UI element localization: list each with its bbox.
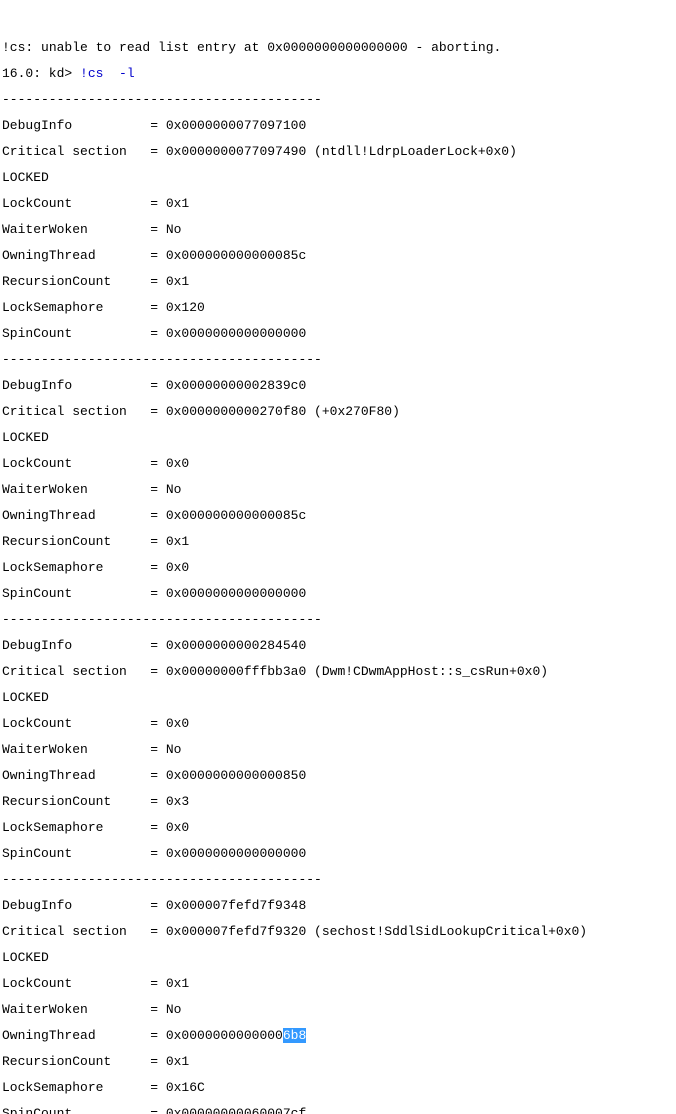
debuginfo-row: DebugInfo = 0x000007fefd7f9348 xyxy=(2,899,674,912)
spincount-row: SpinCount = 0x0000000000000000 xyxy=(2,327,674,340)
owningthread-row: OwningThread = 0x0000000000000850 xyxy=(2,769,674,782)
lockcount-row: LockCount = 0x0 xyxy=(2,457,674,470)
waiterwoken-row: WaiterWoken = No xyxy=(2,1003,674,1016)
critical-section-row: Critical section = 0x0000000077097490 (n… xyxy=(2,145,674,158)
locked-row: LOCKED xyxy=(2,691,674,704)
error-line: !cs: unable to read list entry at 0x0000… xyxy=(2,41,674,54)
err-text: unable to read list entry at 0x000000000… xyxy=(41,40,501,55)
separator: ----------------------------------------… xyxy=(2,353,674,366)
lockcount-row: LockCount = 0x1 xyxy=(2,197,674,210)
spincount-row: SpinCount = 0x0000000000000000 xyxy=(2,847,674,860)
cmd-flag: -l xyxy=(119,66,135,81)
spincount-row: SpinCount = 0x0000000000000000 xyxy=(2,587,674,600)
waiterwoken-row: WaiterWoken = No xyxy=(2,223,674,236)
critical-section-row: Critical section = 0x00000000fffbb3a0 (D… xyxy=(2,665,674,678)
waiterwoken-row: WaiterWoken = No xyxy=(2,483,674,496)
err-prefix: !cs: xyxy=(2,40,41,55)
debuginfo-row: DebugInfo = 0x0000000077097100 xyxy=(2,119,674,132)
highlighted-text[interactable]: 6b8 xyxy=(283,1028,306,1043)
cmd-bang: !cs xyxy=(80,66,103,81)
locksemaphore-row: LockSemaphore = 0x0 xyxy=(2,561,674,574)
recursioncount-row: RecursionCount = 0x1 xyxy=(2,535,674,548)
recursioncount-row: RecursionCount = 0x3 xyxy=(2,795,674,808)
owningthread-row: OwningThread = 0x000000000000085c xyxy=(2,249,674,262)
lockcount-row: LockCount = 0x0 xyxy=(2,717,674,730)
critical-section-row: Critical section = 0x000007fefd7f9320 (s… xyxy=(2,925,674,938)
debuginfo-row: DebugInfo = 0x00000000002839c0 xyxy=(2,379,674,392)
owningthread-row: OwningThread = 0x00000000000006b8 xyxy=(2,1029,674,1042)
owningthread-row: OwningThread = 0x000000000000085c xyxy=(2,509,674,522)
waiterwoken-row: WaiterWoken = No xyxy=(2,743,674,756)
separator: ----------------------------------------… xyxy=(2,93,674,106)
prompt-line[interactable]: 16.0: kd> !cs -l xyxy=(2,67,674,80)
locked-row: LOCKED xyxy=(2,431,674,444)
locked-row: LOCKED xyxy=(2,171,674,184)
lockcount-row: LockCount = 0x1 xyxy=(2,977,674,990)
locksemaphore-row: LockSemaphore = 0x120 xyxy=(2,301,674,314)
kd-prompt: 16.0: kd> xyxy=(2,66,80,81)
locksemaphore-row: LockSemaphore = 0x16C xyxy=(2,1081,674,1094)
separator: ----------------------------------------… xyxy=(2,873,674,886)
recursioncount-row: RecursionCount = 0x1 xyxy=(2,275,674,288)
locked-row: LOCKED xyxy=(2,951,674,964)
locksemaphore-row: LockSemaphore = 0x0 xyxy=(2,821,674,834)
separator: ----------------------------------------… xyxy=(2,613,674,626)
debuginfo-row: DebugInfo = 0x0000000000284540 xyxy=(2,639,674,652)
recursioncount-row: RecursionCount = 0x1 xyxy=(2,1055,674,1068)
spincount-row: SpinCount = 0x00000000060007cf xyxy=(2,1107,674,1114)
critical-section-row: Critical section = 0x0000000000270f80 (+… xyxy=(2,405,674,418)
